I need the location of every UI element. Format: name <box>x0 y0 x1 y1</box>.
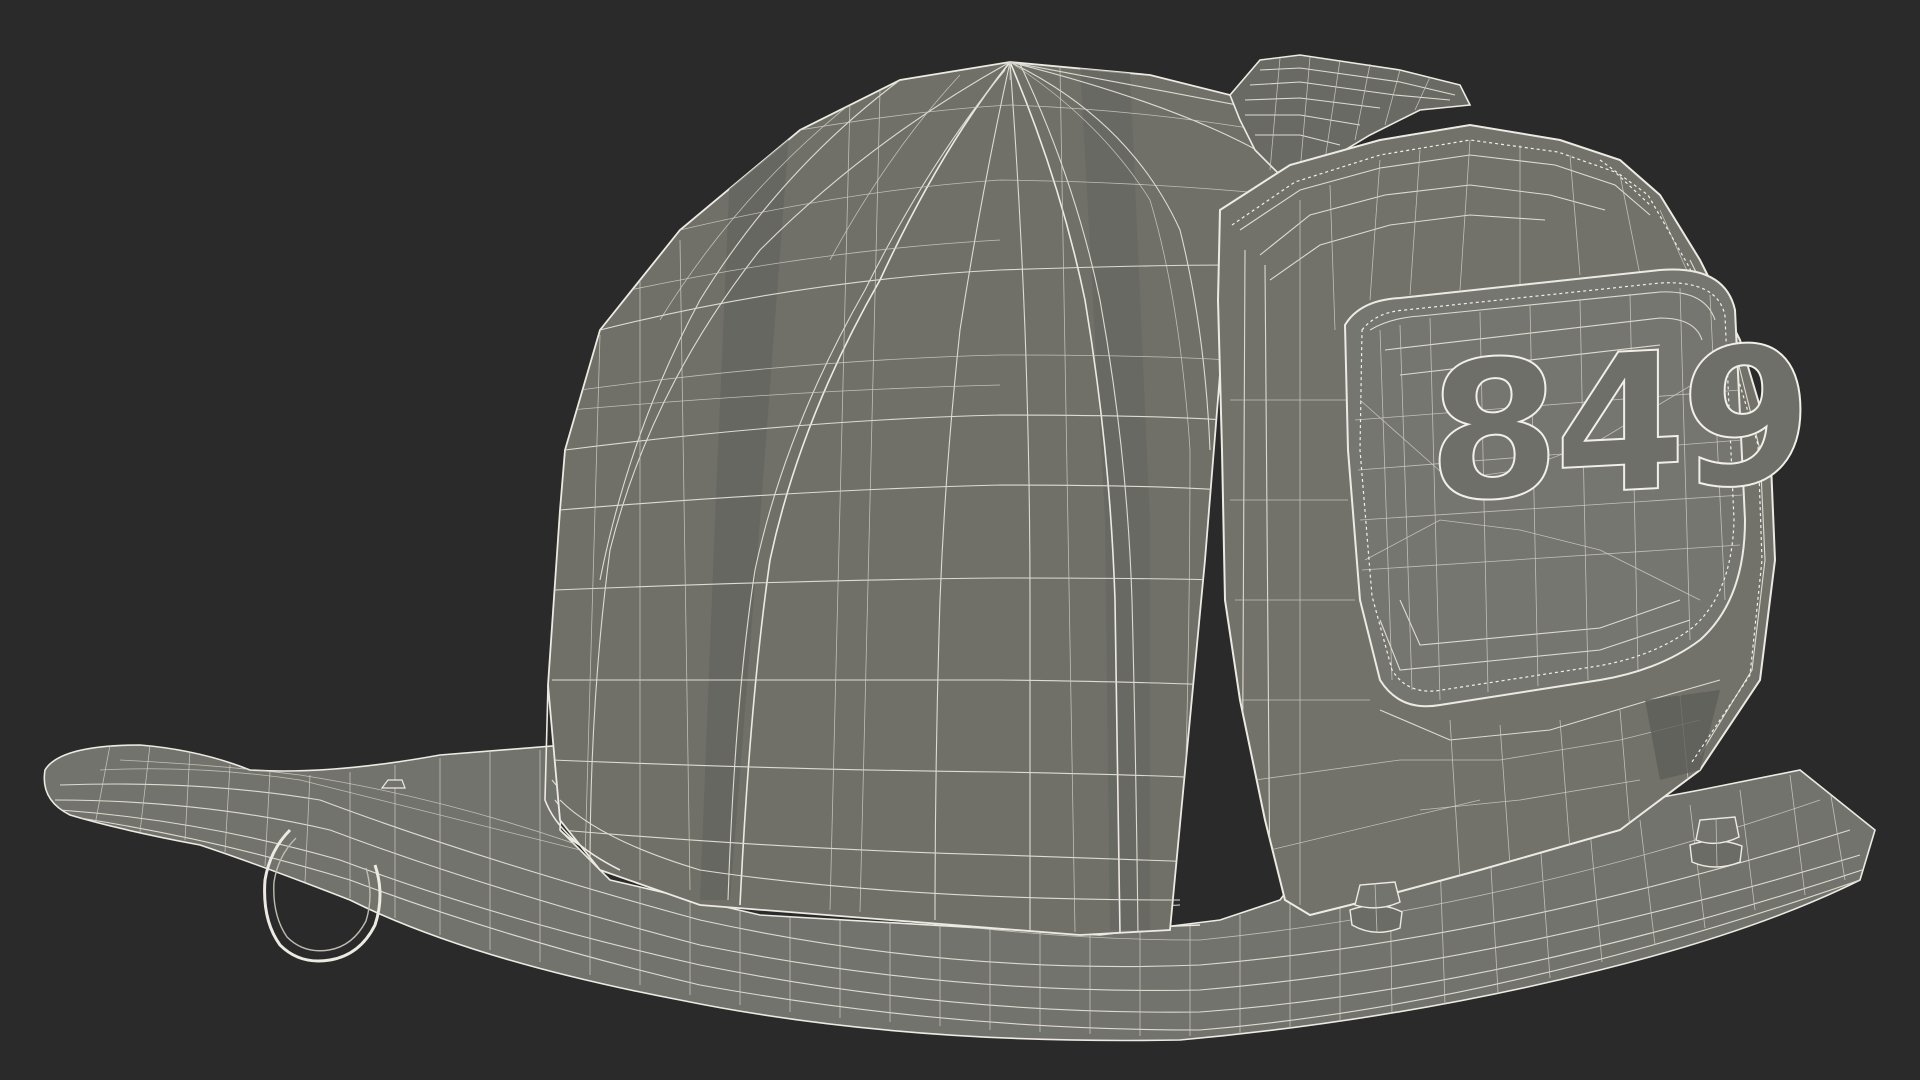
wireframe-viewport: 849 <box>0 0 1920 1080</box>
badge-number: 849 <box>1428 304 1807 545</box>
